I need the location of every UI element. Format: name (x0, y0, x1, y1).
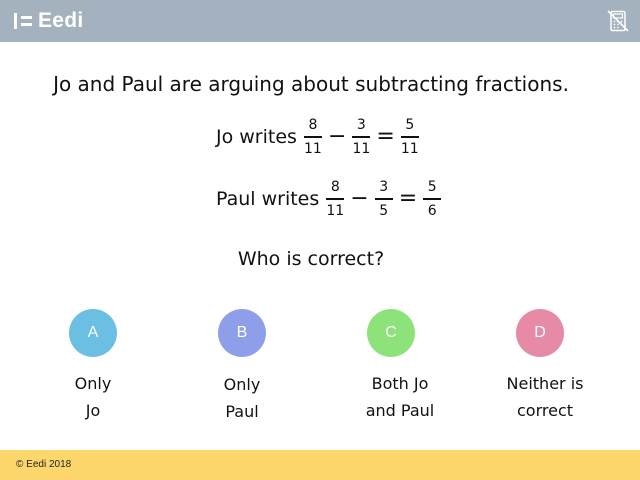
question-intro: Jo and Paul are arguing about subtractin… (53, 72, 569, 96)
denominator: 11 (304, 140, 322, 157)
numerator: 5 (405, 117, 415, 133)
option-a-label[interactable]: Only Jo (38, 370, 148, 424)
numerator: 5 (427, 179, 437, 195)
option-label-line: Jo (85, 401, 101, 420)
option-d-label[interactable]: Neither is correct (490, 370, 600, 424)
option-label-line: Only (74, 374, 112, 393)
numerator: 3 (379, 179, 389, 195)
denominator: 11 (400, 140, 419, 157)
option-label-line: correct (516, 401, 574, 420)
numerator: 8 (308, 117, 318, 133)
top-bar: Eedi (0, 0, 640, 42)
copyright-text: © Eedi 2018 (16, 459, 72, 470)
option-a-button[interactable]: A (69, 309, 117, 357)
option-c-label[interactable]: Both Jo and Paul (345, 370, 455, 424)
fraction: 8 11 (324, 180, 346, 218)
denominator: 11 (326, 202, 345, 219)
option-d-button[interactable]: D (516, 309, 564, 357)
fraction: 5 11 (399, 118, 421, 156)
no-calculator-icon (607, 10, 629, 32)
option-label-line: Paul (225, 402, 259, 421)
option-label-line: Both Jo (371, 374, 429, 393)
option-b-button[interactable]: B (218, 309, 266, 357)
option-label-line: Neither is (506, 374, 584, 393)
denominator: 6 (427, 202, 437, 219)
option-label-line: and Paul (365, 401, 435, 420)
question-content: Jo and Paul are arguing about subtractin… (0, 42, 640, 450)
jo-equation: Jo writes 8 11 − 3 11 = 5 11 (216, 118, 421, 156)
option-b-label[interactable]: Only Paul (187, 371, 297, 425)
numerator: 8 (330, 179, 340, 195)
minus-sign: − (327, 124, 347, 150)
fraction: 3 11 (350, 118, 372, 156)
question-prompt: Who is correct? (237, 248, 385, 270)
equals-sign: = (376, 124, 395, 150)
option-c-button[interactable]: C (367, 309, 415, 357)
numerator: 3 (356, 117, 366, 133)
paul-equation: Paul writes 8 11 − 3 5 = 5 6 (216, 180, 443, 218)
fraction: 5 6 (421, 180, 443, 218)
logo-text: Eedi (38, 9, 84, 32)
fraction: 3 5 (373, 180, 395, 218)
minus-sign: − (350, 186, 369, 212)
footer-bar: © Eedi 2018 (0, 450, 640, 480)
equals-sign: = (398, 186, 418, 212)
logo-mark-icon (14, 12, 34, 30)
fraction: 8 11 (302, 118, 324, 156)
denominator: 5 (379, 202, 389, 219)
paul-label: Paul writes (216, 187, 320, 210)
eedi-logo: Eedi (14, 7, 84, 35)
jo-label: Jo writes (216, 125, 297, 148)
denominator: 11 (352, 140, 371, 157)
option-label-line: Only (223, 375, 261, 394)
